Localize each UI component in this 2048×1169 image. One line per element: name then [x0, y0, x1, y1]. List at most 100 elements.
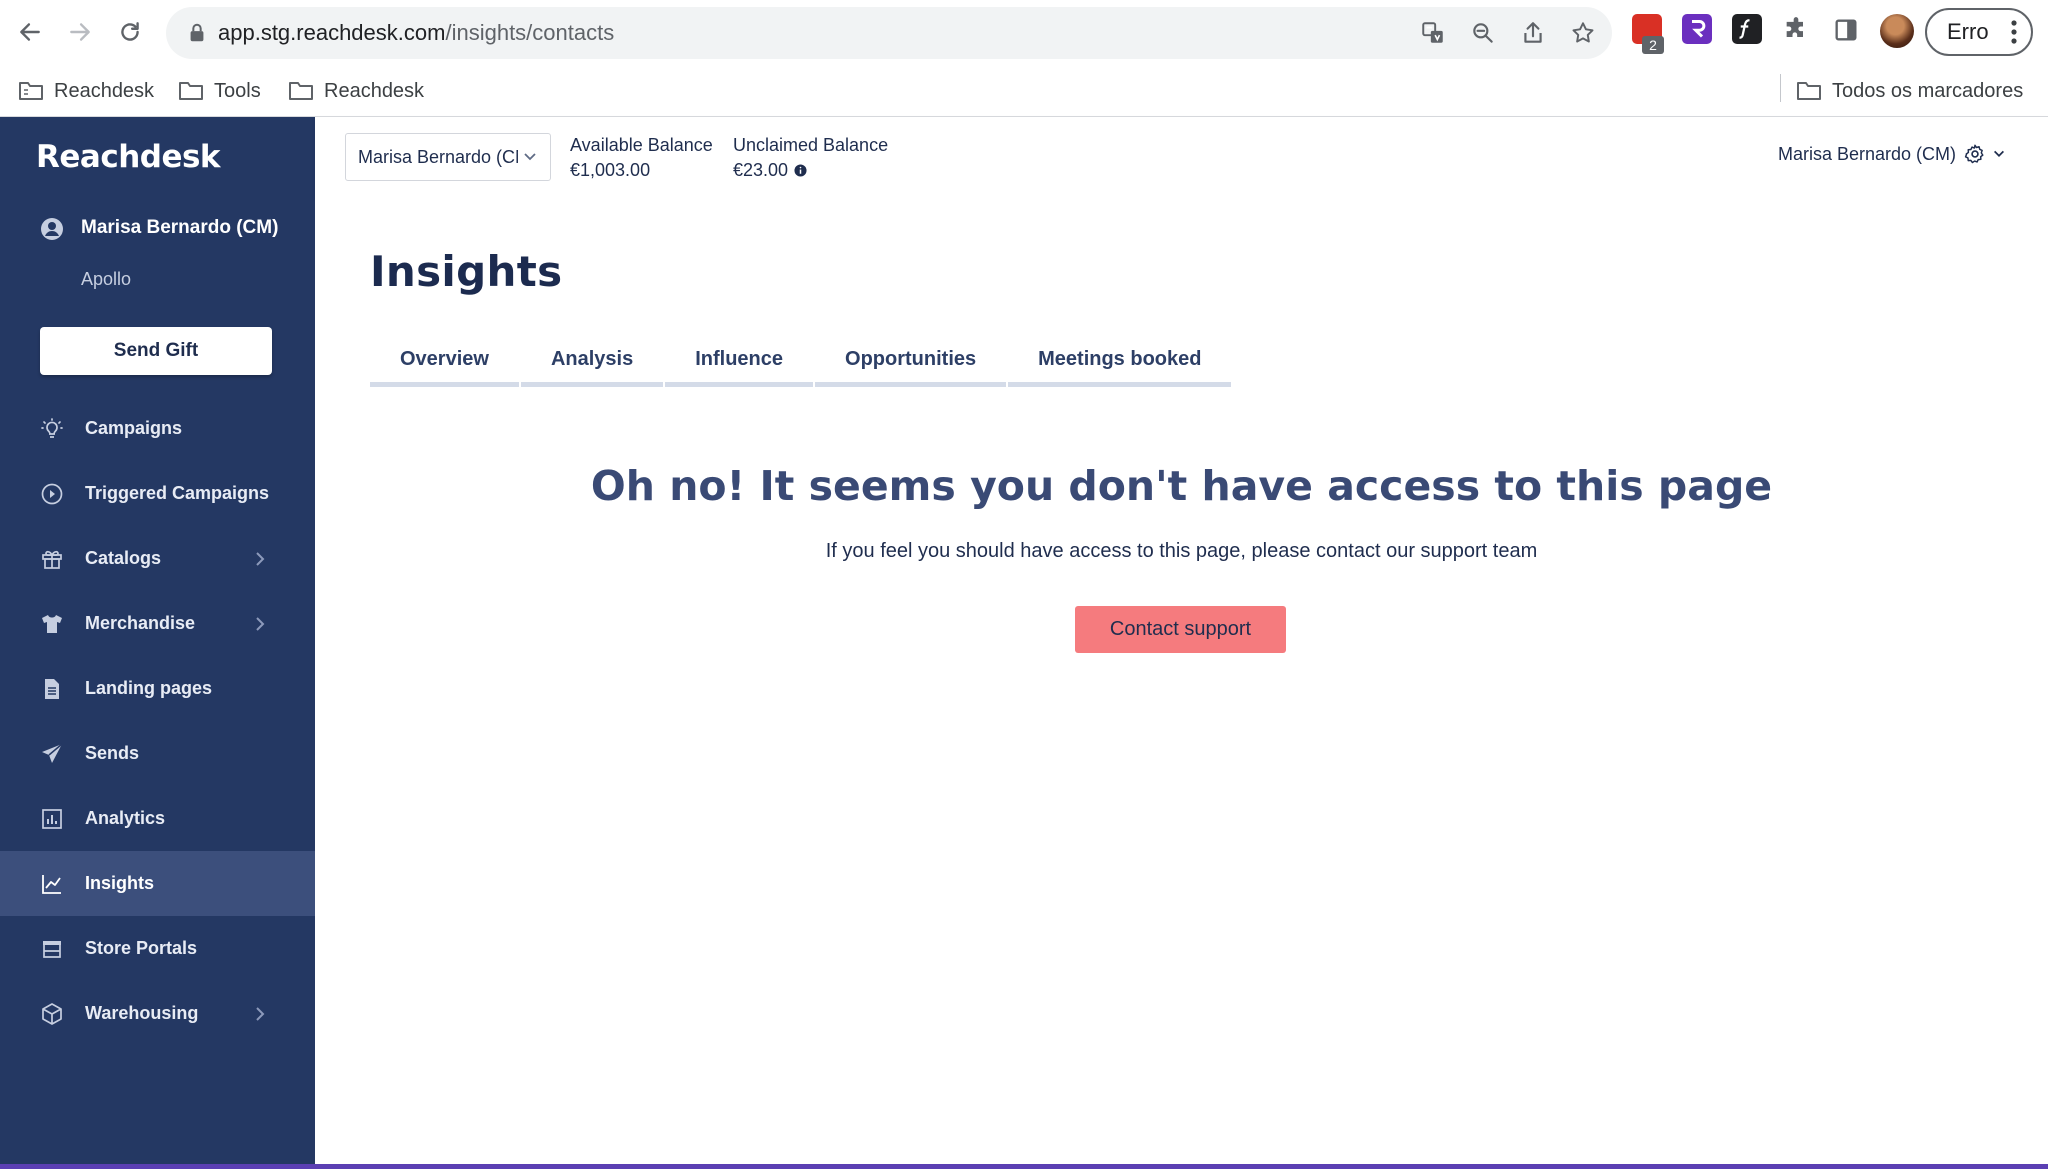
url-path: /insights/contacts — [445, 20, 615, 45]
error-chip-label: Erro — [1947, 19, 1989, 44]
tab-analysis[interactable]: Analysis — [520, 337, 664, 387]
profile-error-chip[interactable]: Erro — [1925, 8, 2033, 56]
folder-icon — [179, 82, 203, 100]
sidebar-item-label: Warehousing — [85, 1003, 199, 1023]
play-circle-icon — [41, 483, 63, 505]
lock-icon — [190, 23, 204, 42]
bookmark-folder-icon — [19, 82, 43, 100]
back-button[interactable] — [10, 12, 50, 52]
sidebar-user-name: Marisa Bernardo (CM) — [81, 217, 279, 238]
sidebar-item-label: Analytics — [85, 808, 166, 828]
paper-plane-icon — [42, 743, 63, 763]
sidebar-item-analytics[interactable]: Analytics — [0, 786, 315, 851]
unclaimed-balance: Unclaimed Balance €23.00 — [733, 133, 888, 183]
insights-tabs: Overview Analysis Influence Opportunitie… — [370, 337, 1233, 387]
star-icon[interactable] — [1570, 20, 1596, 46]
chevron-down-icon — [1994, 150, 2004, 157]
no-access-title: Oh no! It seems you don't have access to… — [590, 462, 1773, 510]
sidebar-item-triggered-campaigns[interactable]: Triggered Campaigns — [0, 461, 315, 526]
sidebar-menu: Campaigns Triggered Campaigns Catalogs M… — [0, 396, 315, 1046]
user-circle-icon — [41, 218, 63, 240]
tab-opportunities[interactable]: Opportunities — [815, 337, 1007, 387]
translate-icon[interactable] — [1420, 20, 1446, 46]
tab-overview[interactable]: Overview — [370, 337, 519, 387]
sidebar-item-label: Catalogs — [85, 548, 162, 568]
all-bookmarks-folder[interactable]: Todos os marcadores — [1796, 74, 2023, 108]
extension-badge: 2 — [1642, 36, 1664, 54]
formula-extension-icon[interactable] — [1732, 14, 1762, 44]
sidebar-item-campaigns[interactable]: Campaigns — [0, 396, 315, 461]
folder-icon — [289, 82, 313, 100]
sidebar-item-insights[interactable]: Insights — [0, 851, 315, 916]
bookmark-label: Reachdesk — [324, 79, 425, 102]
window-bottom-edge — [0, 1164, 2048, 1169]
account-select[interactable]: Marisa Bernardo (CM) — [345, 133, 551, 181]
info-icon[interactable] — [794, 164, 807, 177]
url-host: app.stg.reachdesk.com — [218, 20, 446, 45]
side-panel-icon[interactable] — [1832, 16, 1860, 44]
sidebar-item-label: Triggered Campaigns — [85, 483, 270, 503]
zoom-icon[interactable] — [1470, 20, 1496, 46]
store-icon — [43, 941, 61, 958]
line-chart-icon — [42, 875, 61, 894]
address-bar[interactable]: app.stg.reachdesk.com/insights/contacts — [166, 7, 1612, 59]
share-icon[interactable] — [1520, 20, 1546, 46]
app-header: Marisa Bernardo (CM) Available Balance €… — [315, 117, 2048, 197]
bookmarks-bar: Reachdesk Tools Reachdesk Todos os marca… — [0, 66, 2048, 116]
sidebar-item-store-portals[interactable]: Store Portals — [0, 916, 315, 981]
unclaimed-balance-label: Unclaimed Balance — [733, 135, 889, 155]
sidebar-item-sends[interactable]: Sends — [0, 721, 315, 786]
bookmarks-separator — [1780, 74, 1781, 102]
available-balance: Available Balance €1,003.00 — [570, 133, 713, 183]
bookmark-folder-tools[interactable]: Tools — [178, 74, 261, 108]
profile-avatar[interactable] — [1880, 14, 1914, 48]
chevron-down-icon — [524, 153, 536, 161]
puzzle-icon[interactable] — [1782, 16, 1810, 44]
contact-support-button[interactable]: Contact support — [1075, 606, 1286, 653]
sidebar-user-org: Apollo — [81, 269, 132, 289]
gear-icon — [1964, 144, 1984, 164]
sidebar-item-catalogs[interactable]: Catalogs — [0, 526, 315, 591]
url-text: app.stg.reachdesk.com/insights/contacts — [218, 7, 614, 59]
arrow-left-icon — [20, 23, 40, 41]
send-gift-button[interactable]: Send Gift — [40, 327, 272, 375]
reload-button[interactable] — [110, 12, 150, 52]
bar-chart-icon — [42, 809, 62, 829]
bookmark-label: Tools — [214, 79, 261, 102]
all-bookmarks-label: Todos os marcadores — [1832, 79, 2024, 102]
user-menu-label: Marisa Bernardo (CM) — [1777, 143, 1956, 164]
sidebar-item-landing-pages[interactable]: Landing pages — [0, 656, 315, 721]
account-select-value: Marisa Bernardo (CM) — [358, 147, 518, 167]
folder-icon — [1797, 82, 1821, 100]
chevron-right-icon — [256, 552, 265, 566]
bookmark-folder-reachdesk[interactable]: Reachdesk — [288, 74, 424, 108]
sidebar-item-label: Merchandise — [85, 613, 196, 633]
gift-icon — [42, 550, 62, 569]
lightbulb-icon — [41, 418, 63, 438]
tab-influence[interactable]: Influence — [665, 337, 814, 387]
sidebar: Reachdesk Marisa Bernardo (CM) Apollo Se… — [0, 117, 315, 1164]
main-content: Insights Overview Analysis Influence Opp… — [315, 197, 2048, 1164]
arrow-right-icon — [70, 23, 90, 41]
tab-meetings-booked[interactable]: Meetings booked — [1008, 337, 1232, 387]
available-balance-label: Available Balance — [570, 135, 713, 155]
tshirt-icon — [42, 615, 62, 633]
reachdesk-logo[interactable]: Reachdesk — [36, 139, 221, 175]
chevron-right-icon — [256, 1007, 265, 1021]
reachdesk-r-icon — [1692, 20, 1706, 38]
sidebar-item-label: Sends — [85, 743, 140, 763]
browser-toolbar: app.stg.reachdesk.com/insights/contacts … — [0, 0, 2048, 66]
bookmark-reachdesk[interactable]: Reachdesk — [18, 74, 154, 108]
user-menu[interactable]: Marisa Bernardo (CM) — [1778, 143, 2006, 165]
browser-chrome: app.stg.reachdesk.com/insights/contacts … — [0, 0, 2048, 117]
document-icon — [45, 679, 59, 699]
sidebar-item-warehousing[interactable]: Warehousing — [0, 981, 315, 1046]
reachdesk-extension-icon[interactable] — [1682, 14, 1712, 44]
forward-button[interactable] — [60, 12, 100, 52]
kebab-menu-icon — [2011, 20, 2017, 44]
no-access-message: If you feel you should have access to th… — [825, 540, 1538, 562]
page-title: Insights — [370, 247, 563, 296]
available-balance-value: €1,003.00 — [570, 160, 651, 180]
sidebar-item-merchandise[interactable]: Merchandise — [0, 591, 315, 656]
chevron-right-icon — [256, 617, 265, 631]
